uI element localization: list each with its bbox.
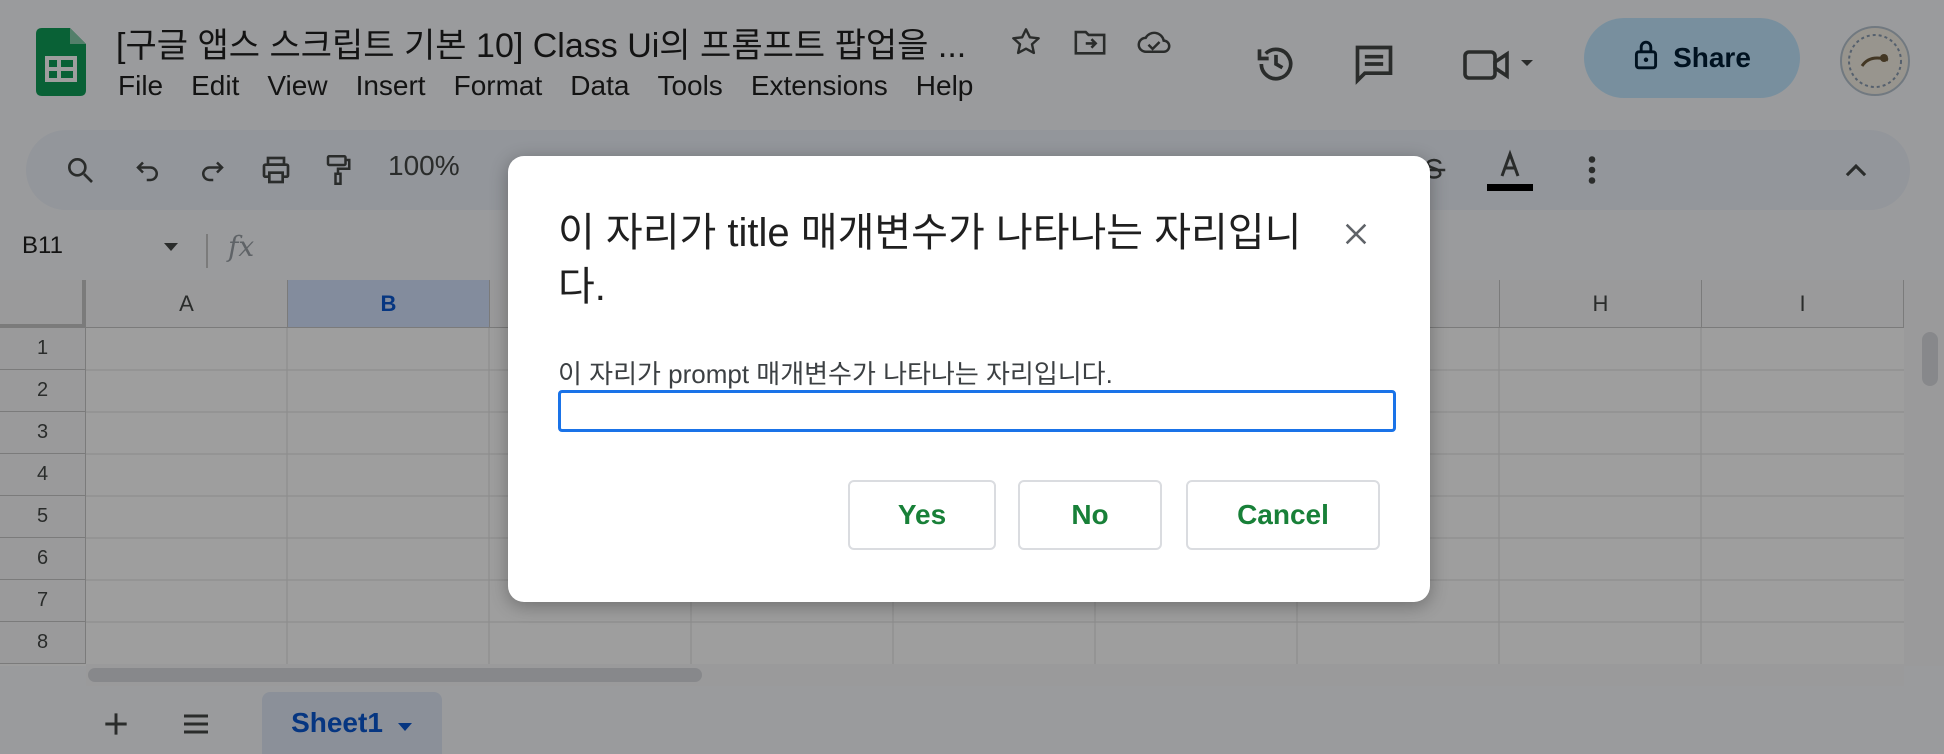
dialog-title: 이 자리가 title 매개변수가 나타나는 자리입니다. bbox=[558, 211, 1302, 309]
close-icon[interactable] bbox=[1334, 212, 1378, 256]
prompt-input[interactable] bbox=[558, 390, 1396, 432]
cancel-button[interactable]: Cancel bbox=[1186, 480, 1380, 550]
prompt-dialog: 이 자리가 title 매개변수가 나타나는 자리입니다. 이 자리가 prom… bbox=[508, 156, 1430, 602]
yes-button[interactable]: Yes bbox=[848, 480, 996, 550]
no-button[interactable]: No bbox=[1018, 480, 1162, 550]
dialog-prompt: 이 자리가 prompt 매개변수가 나타나는 자리입니다. bbox=[558, 359, 1113, 389]
